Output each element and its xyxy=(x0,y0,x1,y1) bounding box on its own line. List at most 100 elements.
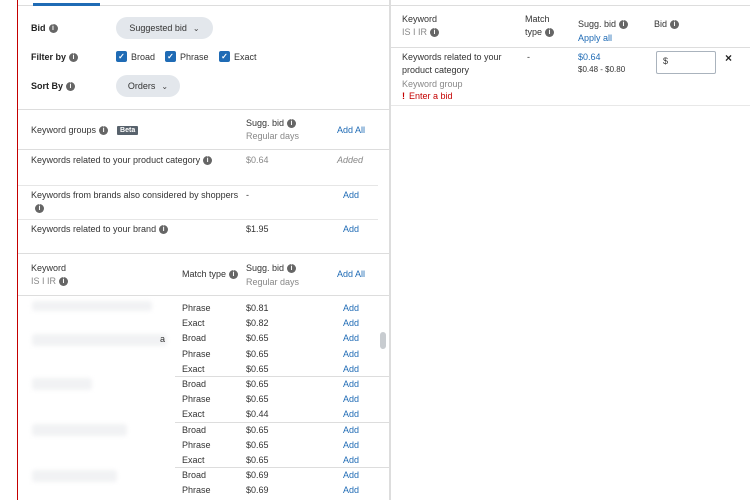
keyword-sugg-bid: $0.69 xyxy=(246,470,269,480)
divider xyxy=(18,185,378,186)
info-icon[interactable]: i xyxy=(99,125,109,135)
add-keyword-button[interactable]: Add xyxy=(343,470,359,480)
group-row-name: Keywords related to your product categor… xyxy=(31,155,213,165)
info-icon[interactable]: i xyxy=(229,269,239,279)
remove-keyword-button[interactable]: × xyxy=(725,51,732,65)
keyword-column-header: Keyword xyxy=(31,263,67,273)
keyword-sugg-bid: $0.65 xyxy=(246,455,269,465)
keyword-list-scrollbar[interactable] xyxy=(378,296,388,500)
keyword-text-redacted xyxy=(32,424,127,436)
bid-label-row: Bid i xyxy=(31,23,58,33)
filter-broad-label: Broad xyxy=(131,51,156,62)
group-row-name: Keywords from brands also considered by … xyxy=(31,190,239,200)
add-group-button[interactable]: Add xyxy=(343,190,359,200)
keyword-sugg-bid: $0.65 xyxy=(246,364,269,374)
divider xyxy=(18,295,390,296)
bid-dropdown[interactable]: Suggested bid ⌄ xyxy=(116,17,213,39)
match-type-column-header: Match type i xyxy=(182,269,239,279)
keyword-match-type: Exact xyxy=(182,318,205,328)
added-keyword-name-line2: product category xyxy=(402,65,470,75)
type-label: type xyxy=(525,27,543,37)
keyword-match-type: Broad xyxy=(182,379,207,389)
add-group-button[interactable]: Add xyxy=(343,224,359,234)
keyword-sugg-bid: $0.65 xyxy=(246,379,269,389)
info-icon[interactable]: i xyxy=(670,19,680,29)
add-keyword-button[interactable]: Add xyxy=(343,394,359,404)
keyword-text-redacted xyxy=(32,378,92,390)
add-keyword-button[interactable]: Add xyxy=(343,485,359,495)
group-added-status: Added xyxy=(337,155,364,165)
keyword-partial-text: a xyxy=(160,334,166,344)
info-icon[interactable]: i xyxy=(287,118,297,128)
add-keyword-button[interactable]: Add xyxy=(343,379,359,389)
add-keyword-button[interactable]: Add xyxy=(343,303,359,313)
info-icon[interactable]: i xyxy=(159,224,169,234)
keyword-match-type: Phrase xyxy=(182,440,211,450)
bid-dropdown-value: Suggested bid xyxy=(129,23,187,33)
divider xyxy=(391,47,750,48)
filter-exact-label: Exact xyxy=(234,51,257,62)
keyword-sugg-bid: $0.65 xyxy=(246,440,269,450)
info-icon[interactable]: i xyxy=(430,27,440,37)
beta-badge: Beta xyxy=(117,125,139,135)
checkmark-icon: ✓ xyxy=(116,51,127,62)
add-keyword-button[interactable]: Add xyxy=(343,425,359,435)
add-keyword-button[interactable]: Add xyxy=(343,455,359,465)
apply-all-button[interactable]: Apply all xyxy=(578,33,612,43)
add-keyword-button[interactable]: Add xyxy=(343,409,359,419)
info-icon[interactable]: i xyxy=(619,19,629,29)
bid-input-value: $ xyxy=(663,56,669,66)
keyword-groups-header: Keyword groups i Beta xyxy=(31,125,139,135)
keyword-text-redacted xyxy=(32,334,167,346)
info-icon[interactable]: i xyxy=(69,52,79,62)
info-icon[interactable]: i xyxy=(66,81,76,91)
info-icon[interactable]: i xyxy=(287,263,297,273)
tab-active-indicator[interactable] xyxy=(33,3,100,6)
info-icon[interactable]: i xyxy=(59,276,69,286)
add-keyword-button[interactable]: Add xyxy=(343,333,359,343)
group-row-bid: - xyxy=(246,190,249,200)
info-icon[interactable]: i xyxy=(203,155,213,165)
add-keyword-button[interactable]: Add xyxy=(343,364,359,374)
group-name-text: Keywords related to your brand xyxy=(31,224,157,234)
group-row-bid: $1.95 xyxy=(246,224,269,234)
info-icon[interactable]: i xyxy=(48,23,58,33)
add-all-keywords-button[interactable]: Add All xyxy=(337,269,365,279)
added-keyword-match: - xyxy=(527,52,530,62)
keyword-sugg-bid: $0.82 xyxy=(246,318,269,328)
filter-exact-checkbox[interactable]: ✓ Exact xyxy=(219,51,257,62)
bid-label: Bid xyxy=(654,19,668,29)
filter-label-row: Filter by i xyxy=(31,52,79,62)
keyword-match-type: Phrase xyxy=(182,485,211,495)
sort-label: Sort By xyxy=(31,81,64,91)
keyword-group-divider xyxy=(175,467,390,468)
added-keyword-bid-range: $0.48 - $0.80 xyxy=(578,65,626,74)
added-keyword-group-type: Keyword group xyxy=(402,79,463,89)
group-row-bid: $0.64 xyxy=(246,155,269,165)
keyword-sugg-bid: $0.65 xyxy=(246,425,269,435)
sugg-bid-header: Sugg. bid i xyxy=(246,263,297,273)
divider xyxy=(391,105,750,106)
bid-input[interactable]: $ xyxy=(656,51,716,74)
added-keyword-sugg-bid[interactable]: $0.64 xyxy=(578,52,601,62)
scrollbar-thumb[interactable] xyxy=(380,332,386,349)
chevron-down-icon: ⌄ xyxy=(192,23,200,33)
divider xyxy=(18,219,378,220)
sort-dropdown[interactable]: Orders ⌄ xyxy=(116,75,180,97)
keyword-match-type: Phrase xyxy=(182,349,211,359)
bid-error-message: ! Enter a bid xyxy=(402,91,453,101)
sugg-bid-label: Sugg. bid xyxy=(246,263,285,273)
add-keyword-button[interactable]: Add xyxy=(343,349,359,359)
filter-broad-checkbox[interactable]: ✓ Broad xyxy=(116,51,155,62)
filter-phrase-checkbox[interactable]: ✓ Phrase xyxy=(165,51,209,62)
keyword-group-divider xyxy=(175,422,390,423)
add-all-groups-button[interactable]: Add All xyxy=(337,125,365,135)
info-icon[interactable]: i xyxy=(545,27,555,37)
keyword-match-type: Exact xyxy=(182,364,205,374)
info-icon[interactable]: i xyxy=(35,204,44,213)
add-keyword-button[interactable]: Add xyxy=(343,318,359,328)
sugg-bid-header: Sugg. bid i xyxy=(246,118,297,128)
keyword-match-type: Broad xyxy=(182,470,207,480)
isir-label: IS I IR xyxy=(402,27,428,37)
add-keyword-button[interactable]: Add xyxy=(343,440,359,450)
